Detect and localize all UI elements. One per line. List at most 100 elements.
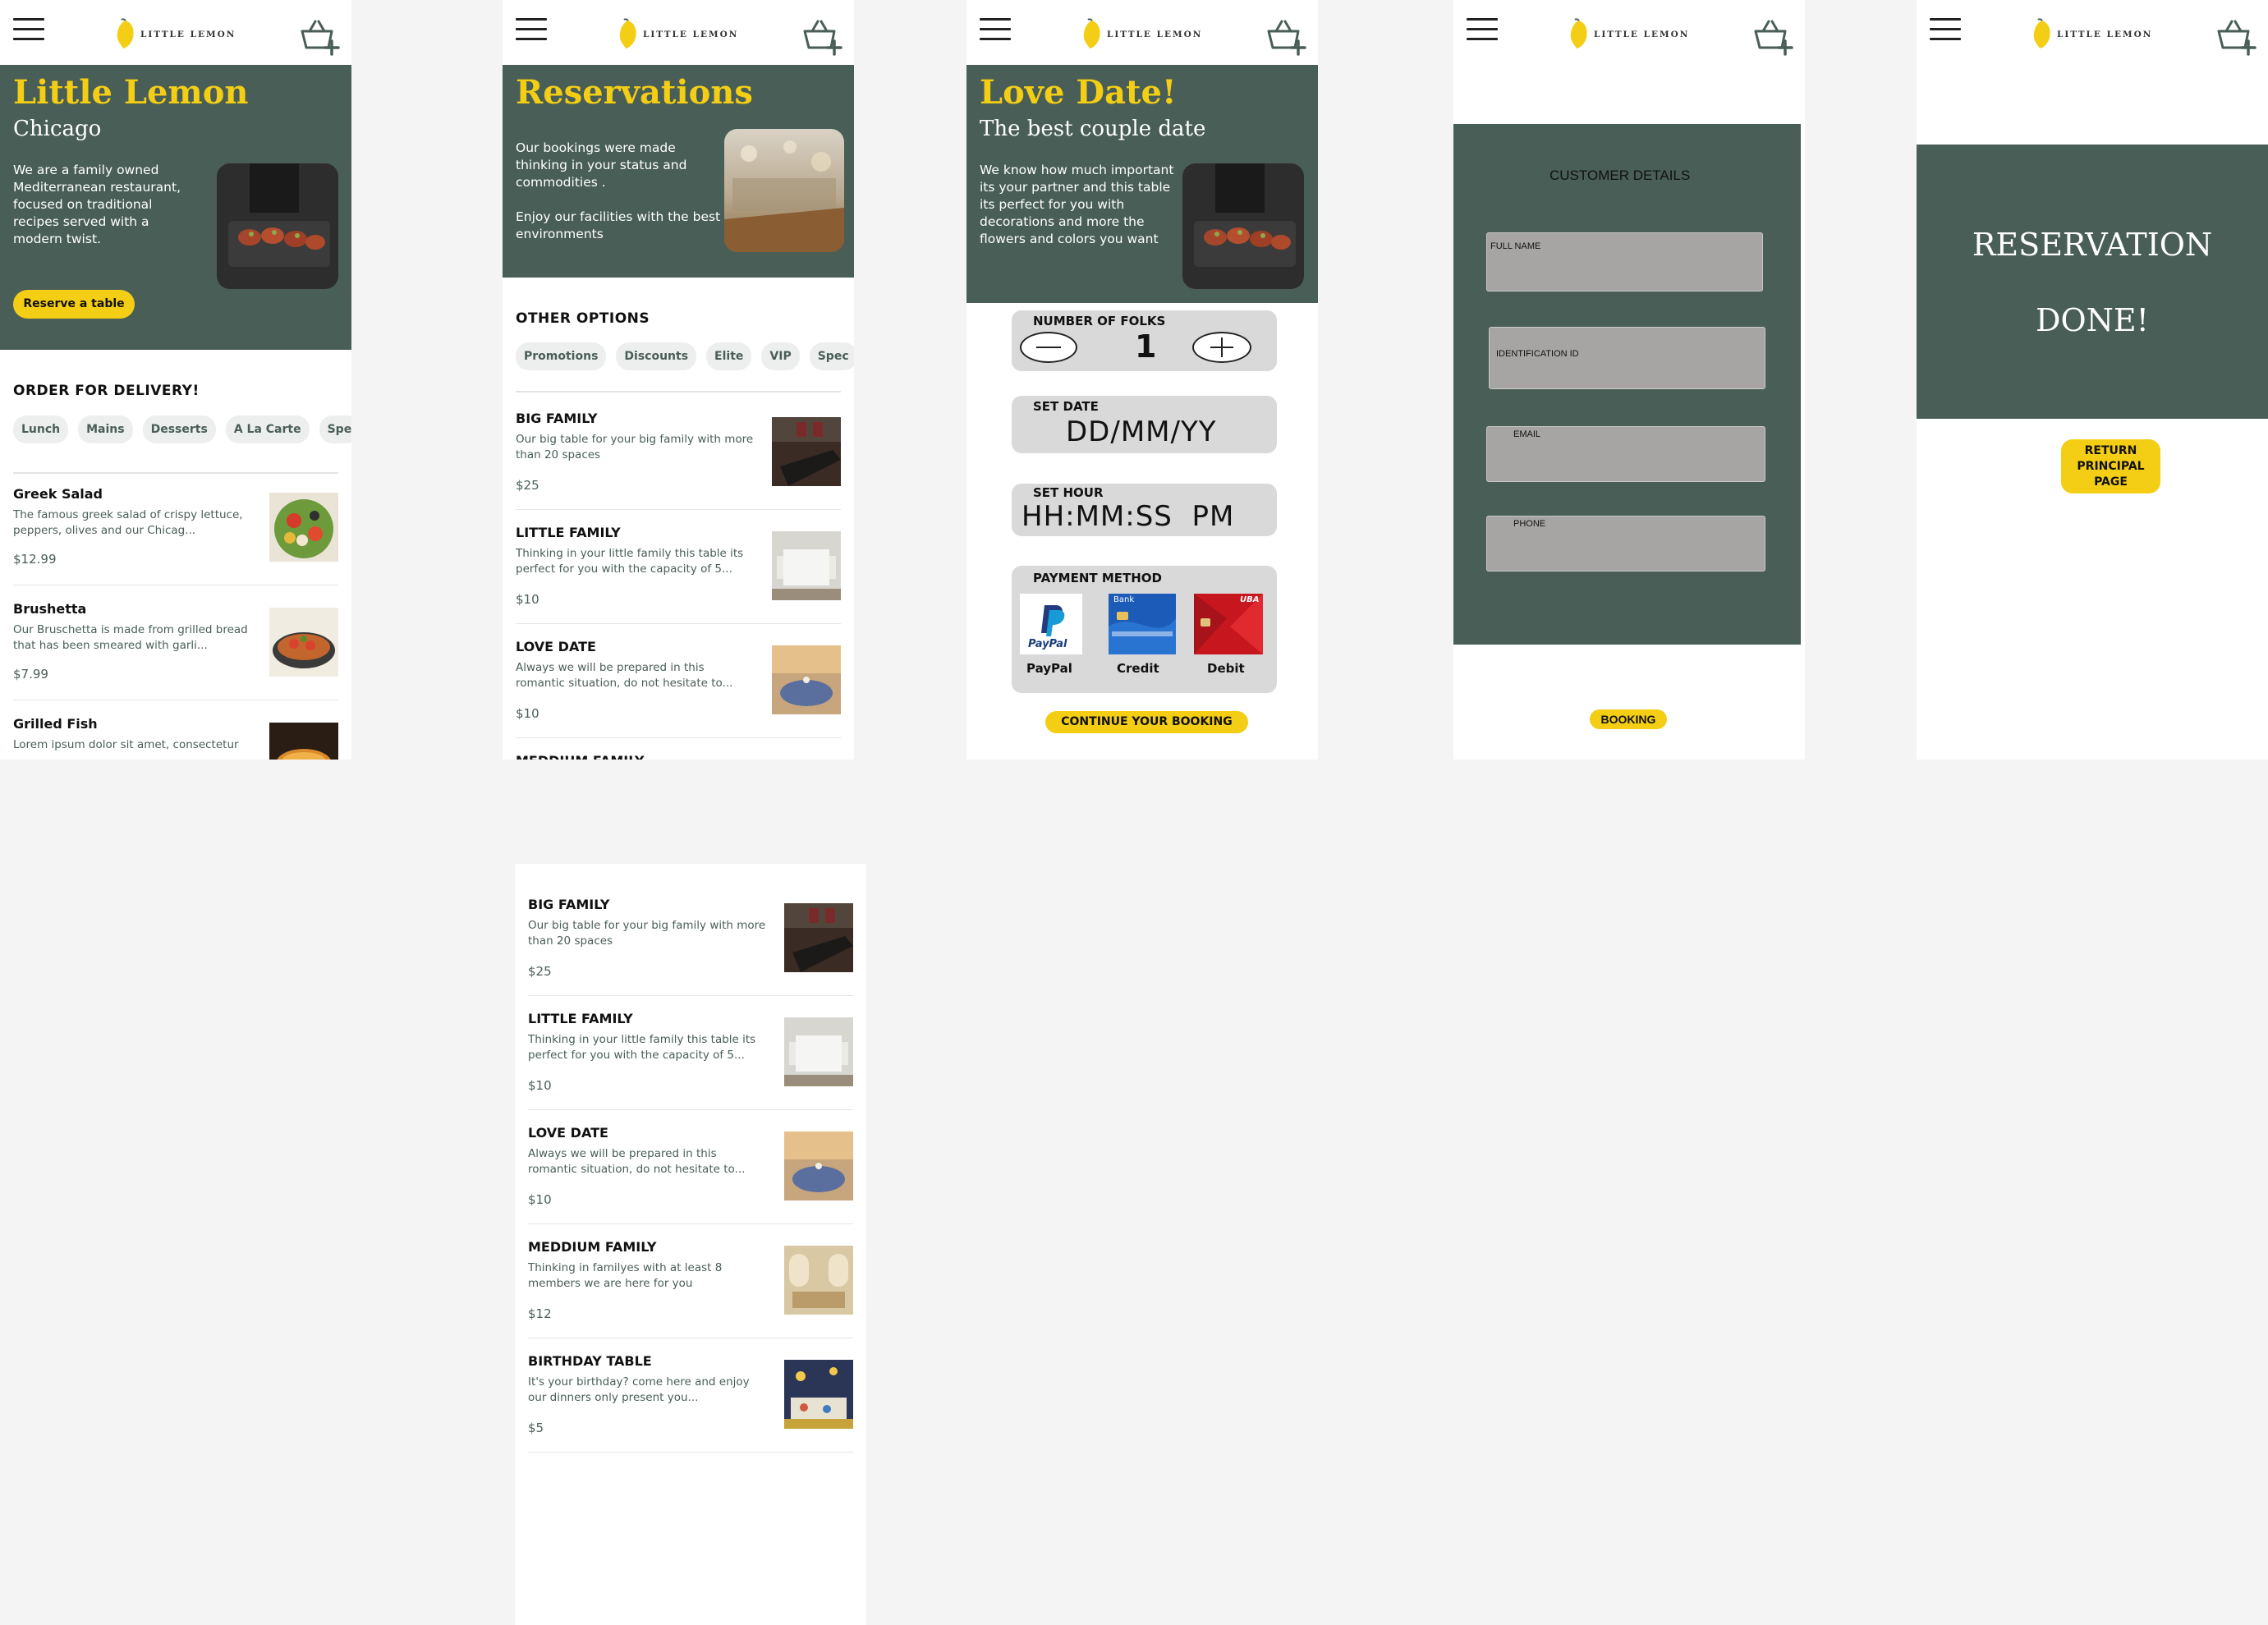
hamburger-icon[interactable] [980, 18, 1011, 41]
identification-id-label: IDENTIFICATION ID [1496, 349, 1579, 359]
section-title: OTHER OPTIONS [516, 310, 650, 327]
chip-mains[interactable]: Mains [78, 415, 133, 443]
option-name: LOVE DATE [516, 639, 596, 654]
hamburger-icon[interactable] [516, 18, 547, 41]
option-image [784, 1017, 853, 1086]
basket-plus-icon[interactable] [2215, 18, 2257, 56]
return-button-label: RETURN PRINCIPAL PAGE [2077, 444, 2145, 489]
app-header: LITTLE LEMON [503, 0, 854, 65]
love-date-screen: LITTLE LEMON Love Date! The best couple … [966, 0, 1318, 760]
basket-plus-icon[interactable] [801, 18, 842, 56]
option-description: Thinking in familyes with at least 8 mem… [528, 1261, 723, 1290]
folks-selector: NUMBER OF FOLKS 1 [1012, 310, 1277, 371]
option-description: Thinking in your little family this tabl… [516, 547, 744, 576]
option-description: Our big table for your big family with m… [516, 433, 754, 461]
hero-image [217, 163, 338, 289]
lemon-icon [2033, 18, 2050, 48]
category-chips: Lunch Mains Desserts A La Carte Spe [13, 415, 351, 447]
table-option[interactable]: BIG FAMILY Our big table for your big fa… [516, 411, 841, 510]
identification-id-field[interactable]: IDENTIFICATION ID [1489, 327, 1765, 389]
divider [13, 472, 338, 474]
hamburger-icon[interactable] [13, 18, 44, 41]
form-title: CUSTOMER DETAILS [1549, 168, 1691, 183]
table-option[interactable]: LOVE DATE Always we will be prepared in … [528, 1125, 853, 1224]
option-price: $10 [528, 1192, 552, 1207]
chip-vip[interactable]: VIP [761, 342, 800, 370]
hamburger-icon[interactable] [1930, 18, 1961, 41]
customer-form: CUSTOMER DETAILS FULL NAME IDENTIFICATIO… [1453, 124, 1801, 645]
option-name: MEDDIUM FAMILY [528, 1239, 657, 1255]
phone-label: PHONE [1513, 519, 1546, 529]
plus-button[interactable] [1192, 332, 1251, 363]
chip-special[interactable]: Spec [809, 342, 854, 370]
hero-description: We know how much important its your part… [980, 163, 1174, 246]
lemon-icon [1083, 18, 1100, 48]
confirmation-line2: DONE! [2036, 302, 2149, 338]
hour-label: SET HOUR [1033, 485, 1104, 500]
minus-button[interactable] [1020, 332, 1077, 363]
credit-card-logo-text: Bank [1113, 595, 1135, 604]
hour-picker[interactable]: SET HOUR HH:MM:SS PM [1012, 484, 1277, 536]
option-image [784, 1360, 853, 1429]
table-option[interactable]: LOVE DATE Always we will be prepared in … [516, 639, 841, 738]
option-description: Always we will be prepared in this roman… [528, 1147, 746, 1176]
return-principal-page-button[interactable]: RETURN PRINCIPAL PAGE [2061, 439, 2160, 493]
menu-item[interactable]: Greek Salad The famous greek salad of cr… [13, 486, 338, 585]
date-value: DD/MM/YY [1066, 415, 1217, 448]
paypal-label: PayPal [1026, 661, 1072, 676]
option-price: $10 [516, 592, 539, 607]
credit-option[interactable]: Bank Credit [1109, 594, 1176, 684]
paypal-logo-text: PayPal [1028, 638, 1067, 650]
table-option[interactable]: LITTLE FAMILY Thinking in your little fa… [516, 525, 841, 624]
table-option[interactable]: BIRTHDAY TABLE It's your birthday? come … [528, 1353, 853, 1453]
item-name: Grilled Fish [13, 716, 98, 732]
chip-elite[interactable]: Elite [706, 342, 752, 370]
date-picker[interactable]: SET DATE DD/MM/YY [1012, 396, 1277, 453]
table-option[interactable]: LITTLE FAMILY Thinking in your little fa… [528, 1011, 853, 1110]
option-price: $10 [516, 706, 539, 721]
chip-promotions[interactable]: Promotions [516, 342, 607, 370]
folks-label: NUMBER OF FOLKS [1033, 314, 1166, 328]
chip-desserts[interactable]: Desserts [142, 415, 216, 443]
item-image [269, 608, 338, 677]
basket-plus-icon[interactable] [1752, 18, 1793, 56]
reserve-table-button[interactable]: Reserve a table [13, 290, 135, 319]
debit-option[interactable]: UBA Debit [1194, 594, 1263, 684]
booking-button[interactable]: BOOKING [1590, 709, 1667, 729]
option-name: BIG FAMILY [516, 411, 598, 426]
lemon-icon [1570, 18, 1587, 48]
table-option[interactable]: MEDDIUM FAMILY Thinking in familyes with… [528, 1239, 853, 1338]
hero-description: Our bookings were made thinking in your … [516, 140, 721, 241]
basket-plus-icon[interactable] [299, 18, 340, 56]
hero-image [724, 129, 844, 252]
item-price: $12.99 [13, 552, 57, 567]
menu-item[interactable]: Grilled Fish Lorem ipsum dolor sit amet,… [13, 716, 338, 760]
plus-icon [1210, 337, 1233, 357]
hero-banner: Love Date! The best couple date We know … [966, 65, 1318, 303]
logo-text: LITTLE LEMON [2057, 30, 2153, 39]
chip-a-la-carte[interactable]: A La Carte [225, 415, 310, 443]
continue-booking-button[interactable]: CONTINUE YOUR BOOKING [1045, 711, 1248, 733]
hamburger-icon[interactable] [1467, 18, 1498, 41]
app-header: LITTLE LEMON [1453, 0, 1805, 65]
option-image [772, 531, 841, 600]
logo-text: LITTLE LEMON [643, 30, 739, 39]
payment-method: PAYMENT METHOD PayPal PayPal Bank Credit… [1012, 566, 1277, 693]
full-name-field[interactable]: FULL NAME [1486, 232, 1763, 291]
table-option[interactable]: MEDDIUM FAMILY [516, 753, 841, 760]
hero-banner: Little Lemon Chicago We are a family own… [0, 65, 351, 350]
menu-item[interactable]: Brushetta Our Bruschetta is made from gr… [13, 601, 338, 700]
option-description: Our big table for your big family with m… [528, 919, 766, 948]
paypal-option[interactable]: PayPal PayPal [1020, 594, 1086, 684]
item-name: Greek Salad [13, 486, 103, 502]
email-field[interactable]: EMAIL [1486, 426, 1765, 482]
option-image [784, 903, 853, 972]
table-option[interactable]: BIG FAMILY Our big table for your big fa… [528, 897, 853, 996]
chip-discounts[interactable]: Discounts [616, 342, 697, 370]
basket-plus-icon[interactable] [1265, 18, 1306, 56]
chip-specials[interactable]: Spe [319, 415, 351, 443]
item-description: Our Bruschetta is made from grilled brea… [13, 623, 248, 652]
folks-count: 1 [1135, 328, 1158, 365]
chip-lunch[interactable]: Lunch [13, 415, 69, 443]
phone-field[interactable]: PHONE [1486, 516, 1765, 572]
